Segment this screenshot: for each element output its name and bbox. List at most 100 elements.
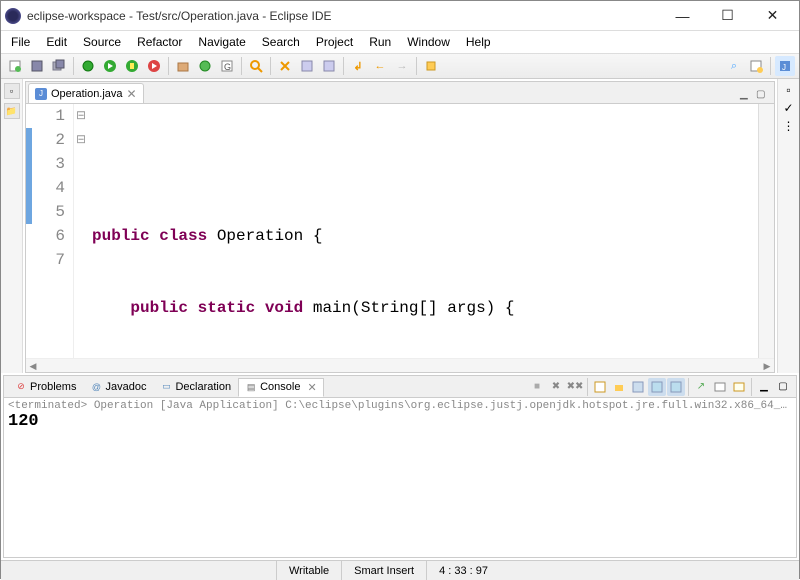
pin-editor-button[interactable] <box>421 56 441 76</box>
new-package-button[interactable] <box>173 56 193 76</box>
menu-project[interactable]: Project <box>308 33 361 51</box>
bottom-tab-bar: ⊘Problems @Javadoc ▭Declaration ▤Console… <box>4 376 796 398</box>
java-file-icon: J <box>35 88 47 100</box>
console-remove-button[interactable]: ✖ <box>547 378 565 396</box>
close-console-tab[interactable]: ✕ <box>307 381 316 394</box>
code-line-3[interactable]: public static void main(String[] args) { <box>92 296 758 320</box>
new-class-button[interactable] <box>195 56 215 76</box>
console-icon: ▤ <box>245 381 257 393</box>
svg-text:G: G <box>224 62 231 72</box>
forward-button[interactable]: → <box>392 56 412 76</box>
package-explorer-icon[interactable]: 📁 <box>4 103 20 119</box>
search-button[interactable] <box>246 56 266 76</box>
java-perspective-button[interactable]: J <box>775 56 795 76</box>
left-trim: ▫ 📁 <box>1 79 23 373</box>
save-all-button[interactable] <box>49 56 69 76</box>
console-process-label: <terminated> Operation [Java Application… <box>8 400 792 412</box>
minimize-bottom-button[interactable]: ▁ <box>755 378 773 396</box>
line-number-gutter: 1 2 3 4 5 6 7 <box>32 104 74 358</box>
menu-source[interactable]: Source <box>75 33 129 51</box>
debug-button[interactable] <box>78 56 98 76</box>
external-tools-button[interactable] <box>144 56 164 76</box>
menu-navigate[interactable]: Navigate <box>190 33 253 51</box>
toggle-mark-button[interactable] <box>275 56 295 76</box>
code-line-1[interactable] <box>92 152 758 176</box>
console-clear-button[interactable] <box>591 378 609 396</box>
menu-bar: File Edit Source Refactor Navigate Searc… <box>1 31 799 53</box>
console-output: 120 <box>8 412 792 431</box>
declaration-icon: ▭ <box>160 381 172 393</box>
problems-icon: ⊘ <box>15 381 27 393</box>
quick-access-button[interactable]: ⌕ <box>724 56 744 76</box>
scroll-left-button[interactable]: ◀ <box>26 359 40 373</box>
status-insert-mode: Smart Insert <box>341 561 426 580</box>
console-terminate-button[interactable]: ■ <box>528 378 546 396</box>
window-titlebar: eclipse-workspace - Test/src/Operation.j… <box>1 1 799 31</box>
console-open-button[interactable] <box>730 378 748 396</box>
main-toolbar: G ↲ ← → ⌕ J <box>1 53 799 79</box>
menu-window[interactable]: Window <box>399 33 458 51</box>
maximize-editor-button[interactable]: ▢ <box>756 89 770 103</box>
code-content[interactable]: public class Operation { public static v… <box>88 104 758 358</box>
last-edit-button[interactable]: ↲ <box>348 56 368 76</box>
editor-panel: J Operation.java ✕ ▁ ▢ 1 2 3 4 5 6 7 <box>25 81 775 373</box>
maximize-button[interactable]: ☐ <box>705 2 750 30</box>
editor-tab-bar: J Operation.java ✕ ▁ ▢ <box>26 82 774 104</box>
console-show-on-err-button[interactable] <box>667 378 685 396</box>
run-button[interactable] <box>100 56 120 76</box>
scroll-right-button[interactable]: ▶ <box>760 359 774 373</box>
console-scroll-lock-button[interactable] <box>610 378 628 396</box>
tab-declaration[interactable]: ▭Declaration <box>153 378 238 396</box>
status-writable: Writable <box>276 561 341 580</box>
editor-hscrollbar[interactable]: ◀ ▶ <box>26 358 774 372</box>
code-editor[interactable]: 1 2 3 4 5 6 7 ⊟ ⊟ public class Operation… <box>26 104 774 358</box>
console-remove-all-button[interactable]: ✖✖ <box>566 378 584 396</box>
right-trim: ▫ ✓ ⋮ <box>777 79 799 373</box>
bottom-panel: ⊘Problems @Javadoc ▭Declaration ▤Console… <box>3 375 797 558</box>
annotation-next-button[interactable] <box>319 56 339 76</box>
coverage-button[interactable] <box>122 56 142 76</box>
menu-search[interactable]: Search <box>254 33 308 51</box>
maximize-bottom-button[interactable]: ▢ <box>774 378 792 396</box>
menu-file[interactable]: File <box>3 33 38 51</box>
console-view[interactable]: <terminated> Operation [Java Application… <box>4 398 796 557</box>
editor-tab-label: Operation.java <box>51 88 123 100</box>
menu-help[interactable]: Help <box>458 33 499 51</box>
fold-gutter: ⊟ ⊟ <box>74 104 88 358</box>
eclipse-icon <box>5 8 21 24</box>
svg-text:J: J <box>782 63 786 72</box>
back-button[interactable]: ← <box>370 56 390 76</box>
status-cursor-position: 4 : 33 : 97 <box>426 561 500 580</box>
javadoc-icon: @ <box>90 381 102 393</box>
editor-tab-operation[interactable]: J Operation.java ✕ <box>28 83 144 103</box>
open-type-button[interactable]: G <box>217 56 237 76</box>
code-line-2[interactable]: public class Operation { <box>92 224 758 248</box>
restore-right-button[interactable]: ▫ <box>786 83 790 97</box>
open-perspective-button[interactable] <box>746 56 766 76</box>
restore-view-button[interactable]: ▫ <box>4 83 20 99</box>
save-button[interactable] <box>27 56 47 76</box>
close-tab-button[interactable]: ✕ <box>127 87 137 101</box>
outline-icon[interactable]: ⋮ <box>783 119 795 133</box>
menu-edit[interactable]: Edit <box>38 33 75 51</box>
tab-console[interactable]: ▤Console✕ <box>238 378 324 397</box>
minimize-editor-button[interactable]: ▁ <box>740 89 754 103</box>
tab-problems[interactable]: ⊘Problems <box>8 378 83 396</box>
new-button[interactable] <box>5 56 25 76</box>
status-notification-icon[interactable] <box>775 561 799 580</box>
console-pin-button[interactable]: ↗ <box>692 378 710 396</box>
tab-javadoc[interactable]: @Javadoc <box>83 378 153 396</box>
minimize-button[interactable]: — <box>660 2 705 30</box>
overview-ruler[interactable] <box>758 104 774 358</box>
console-word-wrap-button[interactable] <box>629 378 647 396</box>
editor-area: ▫ 📁 J Operation.java ✕ ▁ ▢ 1 2 3 4 5 <box>1 79 799 373</box>
console-show-on-out-button[interactable] <box>648 378 666 396</box>
window-title: eclipse-workspace - Test/src/Operation.j… <box>27 9 660 23</box>
menu-refactor[interactable]: Refactor <box>129 33 190 51</box>
annotation-prev-button[interactable] <box>297 56 317 76</box>
menu-run[interactable]: Run <box>361 33 399 51</box>
close-window-button[interactable]: ✕ <box>750 2 795 30</box>
task-list-icon[interactable]: ✓ <box>783 101 793 115</box>
status-bar: Writable Smart Insert 4 : 33 : 97 <box>1 560 799 580</box>
console-display-button[interactable] <box>711 378 729 396</box>
